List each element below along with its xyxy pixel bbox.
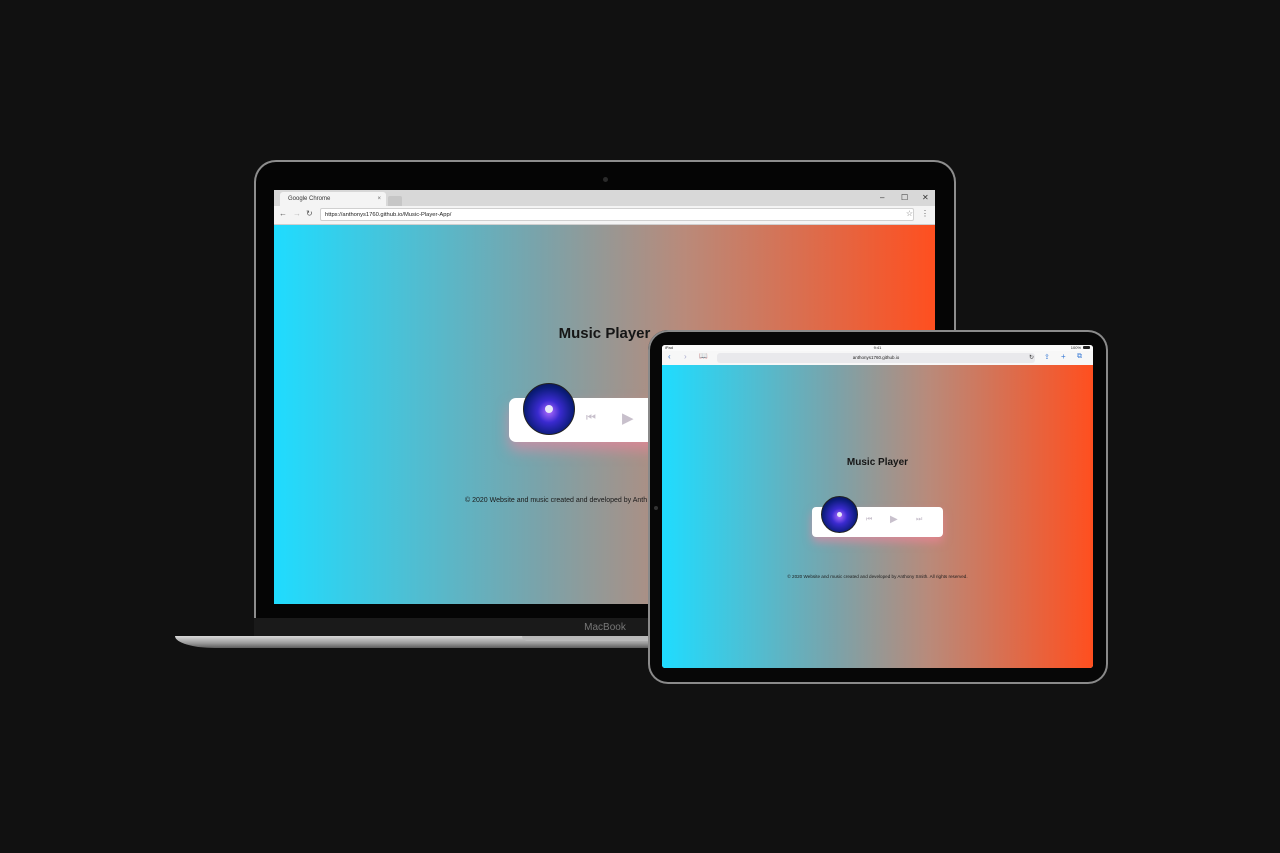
reload-icon[interactable]: ↻ bbox=[1029, 354, 1034, 361]
address-bar[interactable]: https://anthonys1760.github.io/Music-Pla… bbox=[320, 208, 914, 221]
minimize-button[interactable]: – bbox=[880, 190, 884, 206]
webpage: Music Player ⏮ ▶ ⏭ © 2020 Website and mu… bbox=[662, 365, 1093, 668]
back-arrow-icon[interactable]: ‹ bbox=[668, 352, 671, 361]
ipad-screen: iPad 9:41 100% ‹ › 📖 anthonys1760.github… bbox=[662, 345, 1093, 668]
tabs-icon[interactable]: ⧉ bbox=[1077, 353, 1082, 361]
album-art-disc bbox=[821, 496, 858, 533]
play-icon[interactable]: ▶ bbox=[890, 514, 898, 525]
reload-icon[interactable]: ↻ bbox=[306, 209, 313, 218]
safari-toolbar: ‹ › 📖 anthonys1760.github.io ↻ ⇪ + ⧉ bbox=[662, 351, 1093, 366]
disc-hole bbox=[837, 512, 842, 517]
forward-arrow-icon[interactable]: › bbox=[684, 352, 687, 361]
back-arrow-icon[interactable]: ← bbox=[279, 209, 287, 218]
music-player-card: ⏮ ▶ ⏭ bbox=[812, 496, 943, 537]
previous-track-icon[interactable]: ⏮ bbox=[866, 516, 872, 524]
menu-dots-icon[interactable]: ⋮ bbox=[921, 209, 929, 218]
copyright-text: © 2020 Website and music created and dev… bbox=[465, 497, 648, 504]
window-close-button[interactable]: ✕ bbox=[922, 190, 929, 206]
ipad-device: iPad 9:41 100% ‹ › 📖 anthonys1760.github… bbox=[648, 330, 1108, 684]
camera-icon bbox=[654, 506, 658, 510]
maximize-button[interactable]: ☐ bbox=[901, 190, 908, 206]
chrome-tab[interactable]: Google Chrome × bbox=[280, 192, 386, 206]
new-tab-icon[interactable]: + bbox=[1061, 352, 1066, 361]
page-title: Music Player bbox=[846, 457, 909, 468]
address-bar[interactable]: anthonys1760.github.io bbox=[717, 353, 1035, 363]
share-icon[interactable]: ⇪ bbox=[1044, 353, 1050, 361]
new-tab-button[interactable] bbox=[388, 196, 402, 206]
album-art-disc bbox=[523, 383, 575, 435]
bookmark-star-icon[interactable]: ☆ bbox=[906, 209, 913, 218]
close-icon[interactable]: × bbox=[377, 192, 381, 206]
camera-icon bbox=[603, 177, 608, 182]
play-icon[interactable]: ▶ bbox=[622, 409, 634, 427]
previous-track-icon[interactable]: ⏮ bbox=[586, 412, 596, 425]
copyright-text: © 2020 Website and music created and dev… bbox=[787, 574, 968, 579]
chrome-toolbar: ← → ↻ https://anthonys1760.github.io/Mus… bbox=[274, 206, 935, 225]
next-track-icon[interactable]: ⏭ bbox=[916, 516, 922, 524]
disc-hole bbox=[545, 405, 553, 413]
forward-arrow-icon[interactable]: → bbox=[293, 209, 301, 218]
chrome-tab-bar: Google Chrome × – ☐ ✕ bbox=[274, 190, 935, 206]
bookmarks-icon[interactable]: 📖 bbox=[699, 352, 708, 360]
chrome-tab-title: Google Chrome bbox=[288, 196, 331, 202]
battery-icon bbox=[1083, 346, 1090, 349]
